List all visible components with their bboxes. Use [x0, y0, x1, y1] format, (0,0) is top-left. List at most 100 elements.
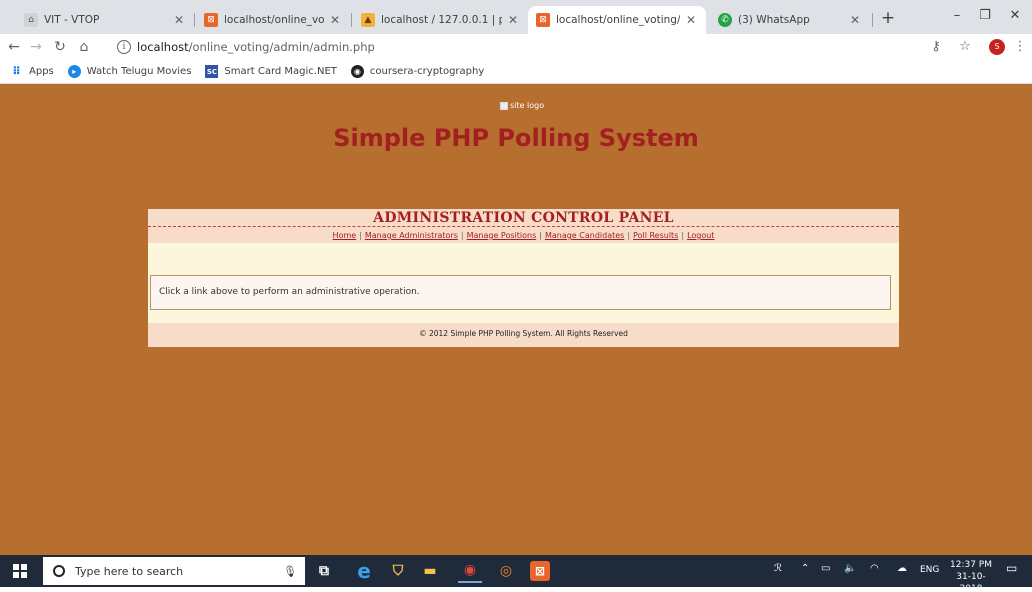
vit-favicon-icon: ⌂	[24, 13, 38, 27]
url-path: /online_voting/admin/admin.php	[188, 40, 375, 54]
bookmark-smart-card-magic[interactable]: SC Smart Card Magic.NET	[205, 65, 337, 78]
info-message-box: Click a link above to perform an adminis…	[150, 275, 891, 310]
dashed-divider	[148, 226, 899, 227]
key-icon[interactable]: ⚷	[926, 37, 946, 57]
tab-separator	[872, 13, 873, 27]
site-info-icon[interactable]: i	[117, 40, 131, 54]
tab-separator	[351, 13, 352, 27]
bookmark-apps[interactable]: ⠿ Apps	[10, 65, 54, 78]
bookmark-star-icon[interactable]: ☆	[955, 37, 975, 57]
tab-phpmyadmin[interactable]: ▲ localhost / 127.0.0.1 | phpMyAdmin ✕	[353, 6, 528, 34]
people-icon[interactable]: ℛ	[774, 563, 782, 574]
github-icon: ◉	[350, 65, 364, 78]
nav-link-home[interactable]: Home	[333, 231, 357, 240]
tab-title: (3) WhatsApp	[738, 14, 810, 26]
sc-logo-icon: SC	[205, 65, 219, 78]
browser-tab-strip: ⌂ VIT - VTOP ✕ ⊠ localhost/online_voting…	[0, 0, 1032, 34]
xampp-taskbar-icon[interactable]: ⊠	[530, 561, 550, 581]
close-tab-icon[interactable]: ✕	[848, 13, 862, 27]
firefox-taskbar-icon[interactable]: ◎	[494, 559, 518, 583]
tab-title: localhost / 127.0.0.1 | phpMyAdmin	[381, 14, 502, 26]
panel-title: ADMINISTRATION CONTROL PANEL	[373, 210, 674, 226]
bookmark-label: Apps	[29, 66, 54, 77]
close-tab-icon[interactable]: ✕	[328, 13, 342, 27]
url-host: localhost	[137, 40, 189, 54]
home-button[interactable]: ⌂	[74, 37, 94, 57]
apps-grid-icon: ⠿	[12, 65, 21, 78]
nav-link-poll-results[interactable]: Poll Results	[633, 231, 678, 240]
phpmyadmin-favicon-icon: ▲	[361, 13, 375, 27]
tab-vit-vtop[interactable]: ⌂ VIT - VTOP ✕	[16, 6, 194, 34]
tab-online-voting-index[interactable]: ⊠ localhost/online_voting/index.php ✕	[196, 6, 350, 34]
close-tab-icon[interactable]: ✕	[506, 13, 520, 27]
bookmark-coursera-cryptography[interactable]: ◉ coursera-cryptography	[350, 65, 485, 78]
site-title: Simple PHP Polling System	[333, 124, 699, 152]
page-viewport: site logo Simple PHP Polling System ADMI…	[0, 84, 1032, 555]
edge-browser-icon[interactable]: e	[352, 559, 376, 583]
nav-link-logout[interactable]: Logout	[687, 231, 714, 240]
nav-separator: |	[359, 231, 362, 240]
close-window-button[interactable]: ✕	[1000, 6, 1030, 26]
address-bar[interactable]: i localhost/online_voting/admin/admin.ph…	[117, 37, 917, 57]
site-logo: site logo	[500, 101, 544, 110]
menu-kebab-icon[interactable]: ⋮	[1010, 37, 1030, 57]
bookmark-label: coursera-cryptography	[369, 66, 485, 77]
broken-image-icon	[500, 101, 508, 110]
profile-avatar[interactable]: S	[989, 39, 1005, 55]
language-indicator[interactable]: ENG	[920, 565, 939, 575]
nav-separator: |	[539, 231, 542, 240]
browser-toolbar: ← → ↻ ⌂ i localhost/online_voting/admin/…	[0, 34, 1032, 60]
bookmark-label: Watch Telugu Movies	[86, 66, 192, 77]
chrome-taskbar-icon[interactable]: ◉	[458, 559, 482, 583]
volume-icon[interactable]: 🔈	[844, 563, 856, 574]
reload-button[interactable]: ↻	[50, 37, 70, 57]
tab-title: VIT - VTOP	[44, 14, 100, 26]
close-tab-icon[interactable]: ✕	[684, 13, 698, 27]
info-message: Click a link above to perform an adminis…	[159, 287, 420, 297]
battery-icon[interactable]: ▭	[821, 563, 830, 574]
forward-button[interactable]: →	[26, 37, 46, 57]
clock-time: 12:37 PM	[950, 560, 992, 570]
wifi-icon[interactable]: ◠	[870, 563, 879, 574]
nav-link-manage-positions[interactable]: Manage Positions	[467, 231, 537, 240]
tab-whatsapp[interactable]: ✆ (3) WhatsApp ✕	[710, 6, 870, 34]
store-bag-icon[interactable]: ⛉	[386, 559, 410, 583]
tab-title: localhost/online_voting/index.php	[224, 14, 324, 26]
windows-taskbar: Type here to search 🎙 ⧉ e ⛉ ▬ ◉ ◎ ⊠ ℛ ⌃ …	[0, 555, 1032, 592]
tab-separator	[194, 13, 195, 27]
nav-separator: |	[627, 231, 631, 240]
nav-link-manage-administrators[interactable]: Manage Administrators	[365, 231, 458, 240]
site-logo-alt-text: site logo	[510, 101, 545, 110]
taskbar-search-box[interactable]: Type here to search 🎙	[43, 557, 305, 585]
taskbar-search-placeholder: Type here to search	[75, 564, 184, 578]
microphone-icon[interactable]: 🎙	[283, 565, 297, 578]
windows-start-icon[interactable]	[13, 564, 27, 578]
nav-separator: |	[460, 231, 464, 240]
bookmarks-bar: ⠿ Apps ▸ Watch Telugu Movies SC Smart Ca…	[0, 60, 1032, 84]
play-circle-icon: ▸	[67, 65, 81, 78]
voting-favicon-icon: ⊠	[536, 13, 550, 27]
nav-separator: |	[681, 231, 685, 240]
voting-favicon-icon: ⊠	[204, 13, 218, 27]
back-button[interactable]: ←	[4, 37, 24, 57]
bookmark-label: Smart Card Magic.NET	[224, 66, 337, 77]
action-center-icon[interactable]: ▭	[1006, 561, 1017, 575]
tab-online-voting-admin[interactable]: ⊠ localhost/online_voting/admin/admin.ph…	[528, 6, 706, 34]
cortana-circle-icon	[53, 565, 65, 577]
panel-header: ADMINISTRATION CONTROL PANEL Home | Manage…	[148, 209, 899, 243]
restore-button[interactable]: ❐	[970, 6, 1000, 26]
new-tab-button[interactable]: +	[878, 8, 898, 28]
minimize-button[interactable]: –	[942, 6, 972, 26]
chevron-up-icon[interactable]: ⌃	[801, 563, 809, 574]
bookmark-watch-telugu-movies[interactable]: ▸ Watch Telugu Movies	[67, 65, 192, 78]
close-tab-icon[interactable]: ✕	[172, 13, 186, 27]
panel-footer: © 2012 Simple PHP Polling System. All Ri…	[148, 323, 899, 347]
admin-nav: Home | Manage Administrators | Manage Positi…	[148, 231, 899, 240]
nav-link-manage-candidates[interactable]: Manage Candidates	[545, 231, 624, 240]
bottom-border	[0, 587, 1032, 592]
task-view-icon[interactable]: ⧉	[312, 559, 336, 583]
admin-control-panel: ADMINISTRATION CONTROL PANEL Home | Manage…	[148, 209, 899, 347]
onedrive-cloud-icon[interactable]: ☁	[897, 563, 907, 574]
whatsapp-favicon-icon: ✆	[718, 13, 732, 27]
file-explorer-icon[interactable]: ▬	[418, 559, 442, 583]
